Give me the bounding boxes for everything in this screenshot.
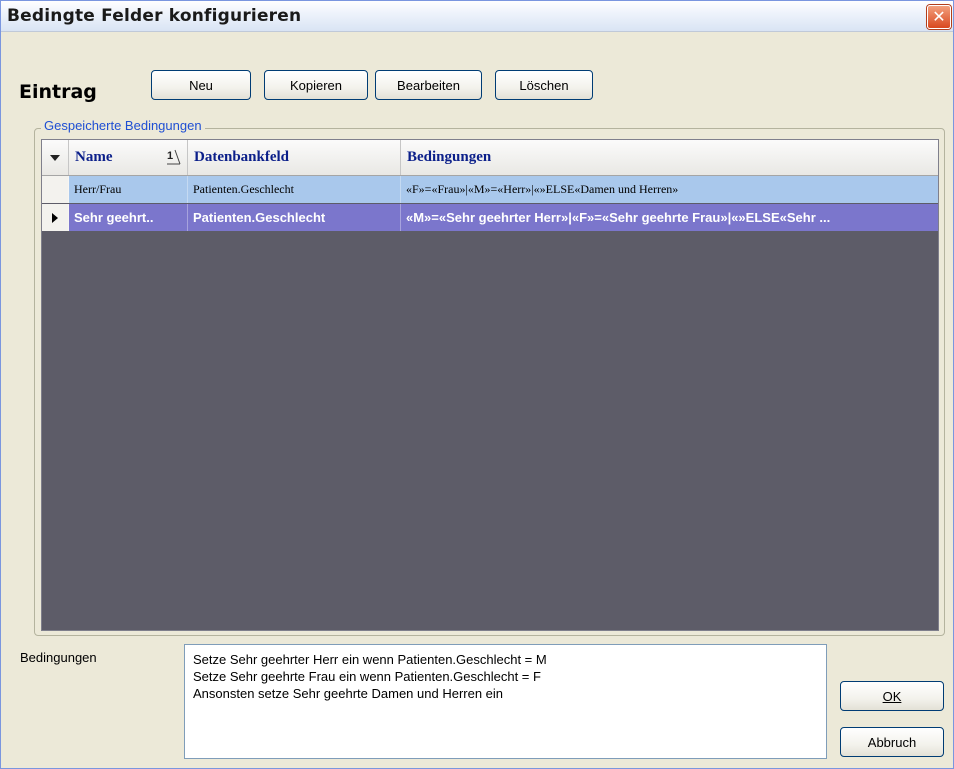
entry-label: Eintrag [19,81,97,103]
row-name-cell[interactable]: Herr/Frau [69,176,188,203]
grid-header: Name 1 Datenbankfeld Bedingungen [42,140,938,176]
dialog-window: Bedingte Felder konfigurieren ✕ Eintrag … [0,0,954,769]
cancel-button[interactable]: Abbruch [840,727,944,757]
indicator-header[interactable] [42,140,69,175]
ok-button-label: OK [882,688,902,704]
column-header-field[interactable]: Datenbankfeld [188,140,401,175]
close-icon: ✕ [932,7,946,26]
sort-ascending-icon: 1 [165,149,181,165]
filter-dropdown-icon [50,154,60,161]
table-row[interactable]: Herr/Frau Patienten.Geschlecht «F»=«Frau… [42,176,938,203]
column-header-field-label: Datenbankfeld [194,149,290,165]
row-name-cell[interactable]: Sehr geehrt.. [69,204,188,231]
column-header-conditions-label: Bedingungen [407,149,492,165]
close-button[interactable]: ✕ [927,5,951,29]
column-header-name-label: Name [75,149,113,165]
row-field-cell[interactable]: Patienten.Geschlecht [188,176,401,203]
ok-button[interactable]: OK [840,681,944,711]
edit-button[interactable]: Bearbeiten [375,70,482,100]
delete-button[interactable]: Löschen [495,70,593,100]
saved-conditions-title: Gespeicherte Bedingungen [41,118,205,133]
cancel-button-label: Abbruch [867,734,917,750]
description-line: Ansonsten setze Sehr geehrte Damen und H… [193,686,504,701]
copy-button[interactable]: Kopieren [264,70,368,100]
column-header-conditions[interactable]: Bedingungen [401,140,938,175]
window-title: Bedingte Felder konfigurieren [7,6,302,26]
description-line: Setze Sehr geehrter Herr ein wenn Patien… [193,652,547,667]
row-indicator [42,204,69,231]
conditions-label: Bedingungen [20,650,97,665]
conditions-grid[interactable]: Name 1 Datenbankfeld Bedingungen Herr/Fr… [41,139,939,631]
column-header-name[interactable]: Name 1 [69,140,188,175]
row-indicator [42,176,69,203]
new-button[interactable]: Neu [151,70,251,100]
description-line: Setze Sehr geehrte Frau ein wenn Patient… [193,669,541,684]
row-conditions-cell[interactable]: «F»=«Frau»|«M»=«Herr»|«»ELSE«Damen und H… [401,176,938,203]
title-bar[interactable]: Bedingte Felder konfigurieren ✕ [1,1,953,32]
row-pointer-icon [52,212,58,223]
conditions-description[interactable]: Setze Sehr geehrter Herr ein wenn Patien… [184,644,827,759]
row-field-cell[interactable]: Patienten.Geschlecht [188,204,401,231]
row-conditions-cell[interactable]: «M»=«Sehr geehrter Herr»|«F»=«Sehr geehr… [401,204,938,231]
table-row-selected[interactable]: Sehr geehrt.. Patienten.Geschlecht «M»=«… [42,204,938,231]
